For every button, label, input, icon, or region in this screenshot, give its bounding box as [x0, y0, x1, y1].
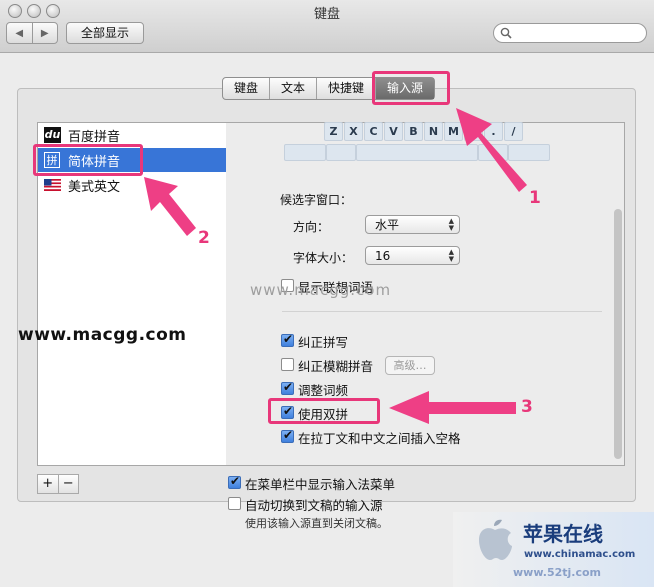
- site-logo: 苹果在线 www.chinamac.com www.52tj.com: [453, 512, 654, 587]
- arrow-2-icon: [144, 177, 196, 236]
- logo-url: www.chinamac.com: [524, 549, 636, 560]
- arrow-3-icon: [389, 391, 516, 424]
- arrow-1-icon: [456, 108, 527, 192]
- watermark-main: www.macgg.com: [18, 325, 187, 345]
- logo-url-secondary: www.52tj.com: [513, 566, 602, 579]
- apple-logo-icon: [479, 519, 512, 560]
- annotation-number-3: 3: [521, 397, 533, 417]
- watermark-light: www.macgg.com: [250, 281, 392, 299]
- annotation-number-1: 1: [529, 188, 541, 208]
- logo-title: 苹果在线: [523, 522, 603, 546]
- annotation-number-2: 2: [198, 228, 210, 248]
